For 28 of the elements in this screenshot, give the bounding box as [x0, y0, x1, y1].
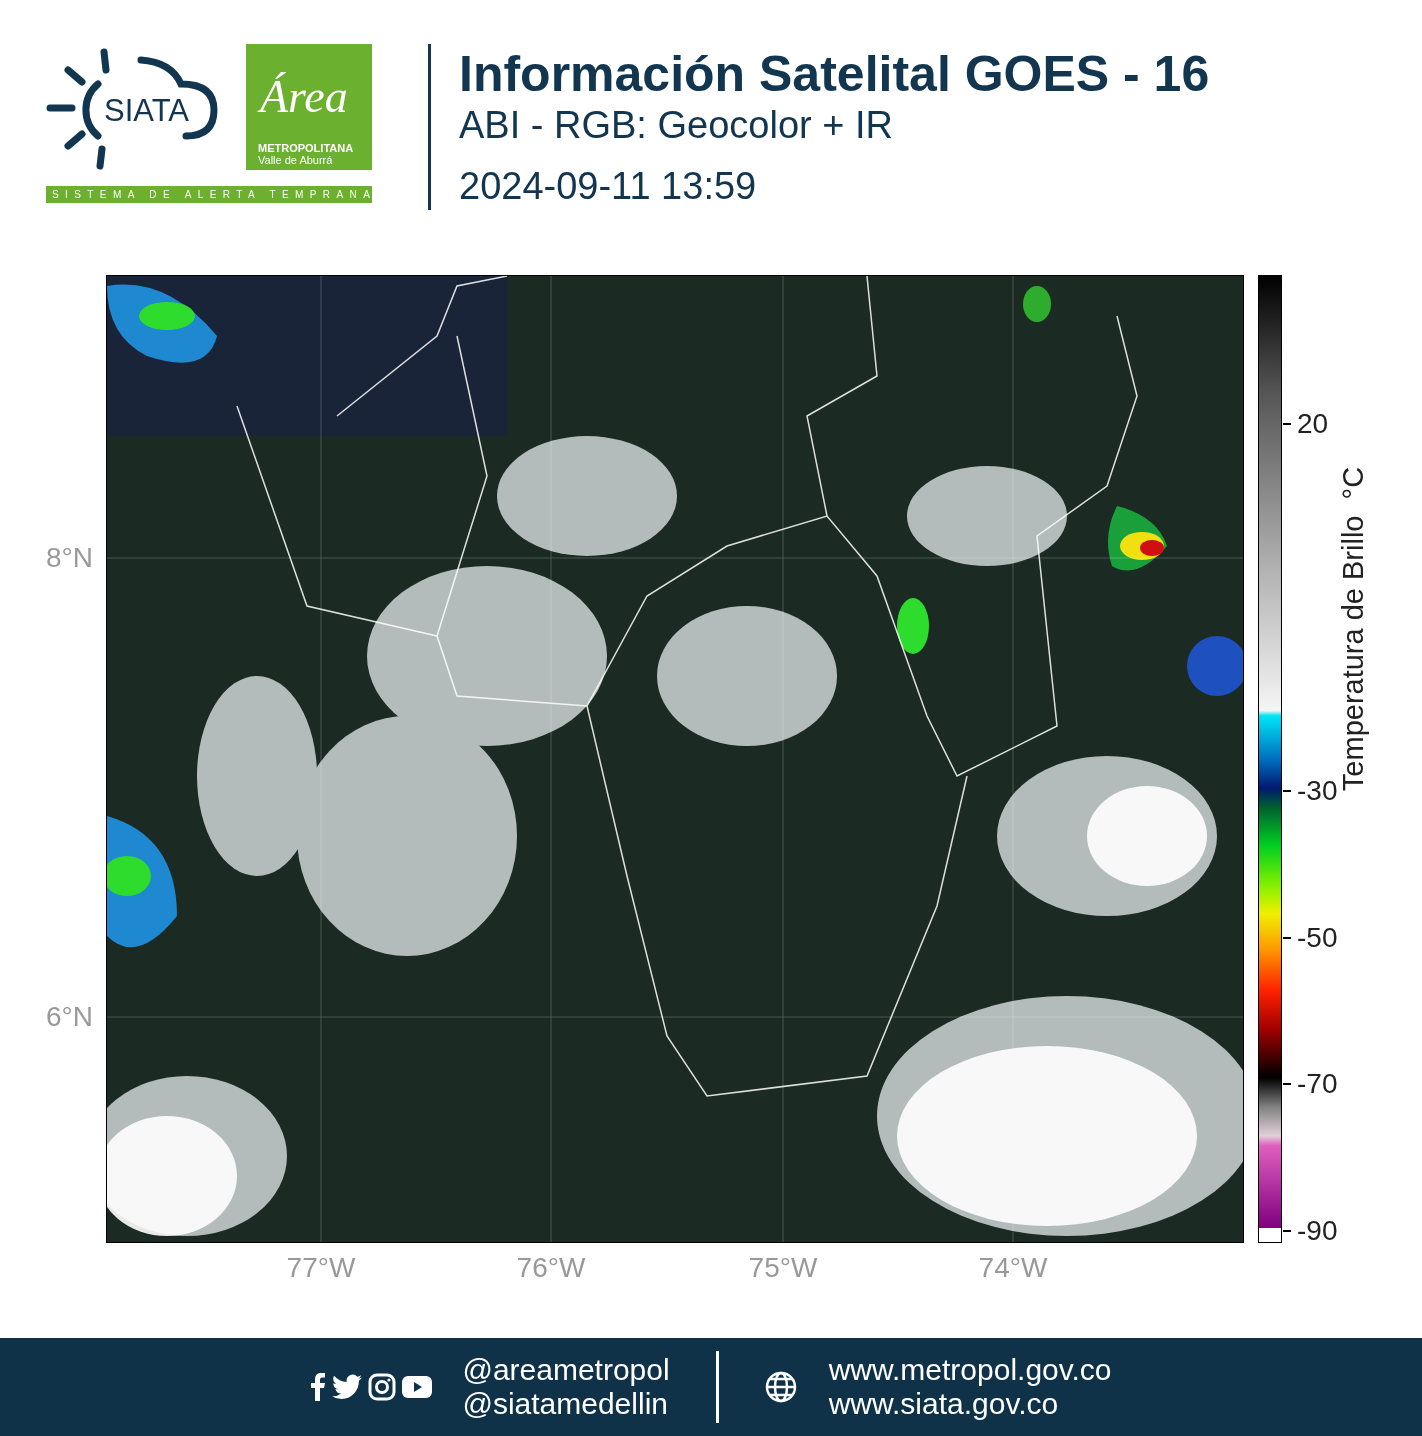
- bird-icon: [332, 1374, 363, 1400]
- website-link[interactable]: www.metropol.gov.co: [828, 1353, 1112, 1387]
- globe-icon: [764, 1371, 797, 1403]
- colorbar-tick-label: -90: [1297, 1215, 1338, 1247]
- colorbar-tick-label: 20: [1297, 408, 1329, 440]
- subtitle: ABI - RGB: Geocolor + IR: [459, 104, 894, 146]
- facebook-icon: [310, 1373, 327, 1401]
- timestamp: 2024-09-11 13:59: [459, 166, 758, 206]
- social-handle: @areametropol: [462, 1353, 670, 1387]
- logo-line: METROPOLITANA: [258, 142, 355, 154]
- latitude-label: 8°N: [46, 542, 93, 574]
- colorbar-tick-label: -70: [1297, 1068, 1338, 1100]
- colorbar-tick-label: -50: [1297, 922, 1338, 954]
- main-title: Información Satelital GOES - 16: [459, 45, 1210, 104]
- colorbar-tick-label: -30: [1297, 775, 1338, 807]
- tagline-bar: SISTEMA DE ALERTA TEMPRANA: [46, 186, 372, 203]
- social-handle: @siatamedellin: [462, 1387, 669, 1421]
- longitude-label: 77°W: [285, 1252, 357, 1284]
- longitude-label: 75°W: [747, 1252, 819, 1284]
- logo-line: Valle de Aburrá: [258, 154, 334, 166]
- siata-wordmark: SIATA: [104, 92, 189, 130]
- latitude-label: 6°N: [46, 1001, 93, 1033]
- play-icon: [402, 1376, 433, 1398]
- colorbar-title: Temperatura de Brillo °C: [1337, 465, 1370, 794]
- longitude-label: 76°W: [515, 1252, 587, 1284]
- longitude-label: 74°W: [977, 1252, 1049, 1284]
- camera-icon: [368, 1373, 397, 1401]
- website-link[interactable]: www.siata.gov.co: [828, 1387, 1112, 1421]
